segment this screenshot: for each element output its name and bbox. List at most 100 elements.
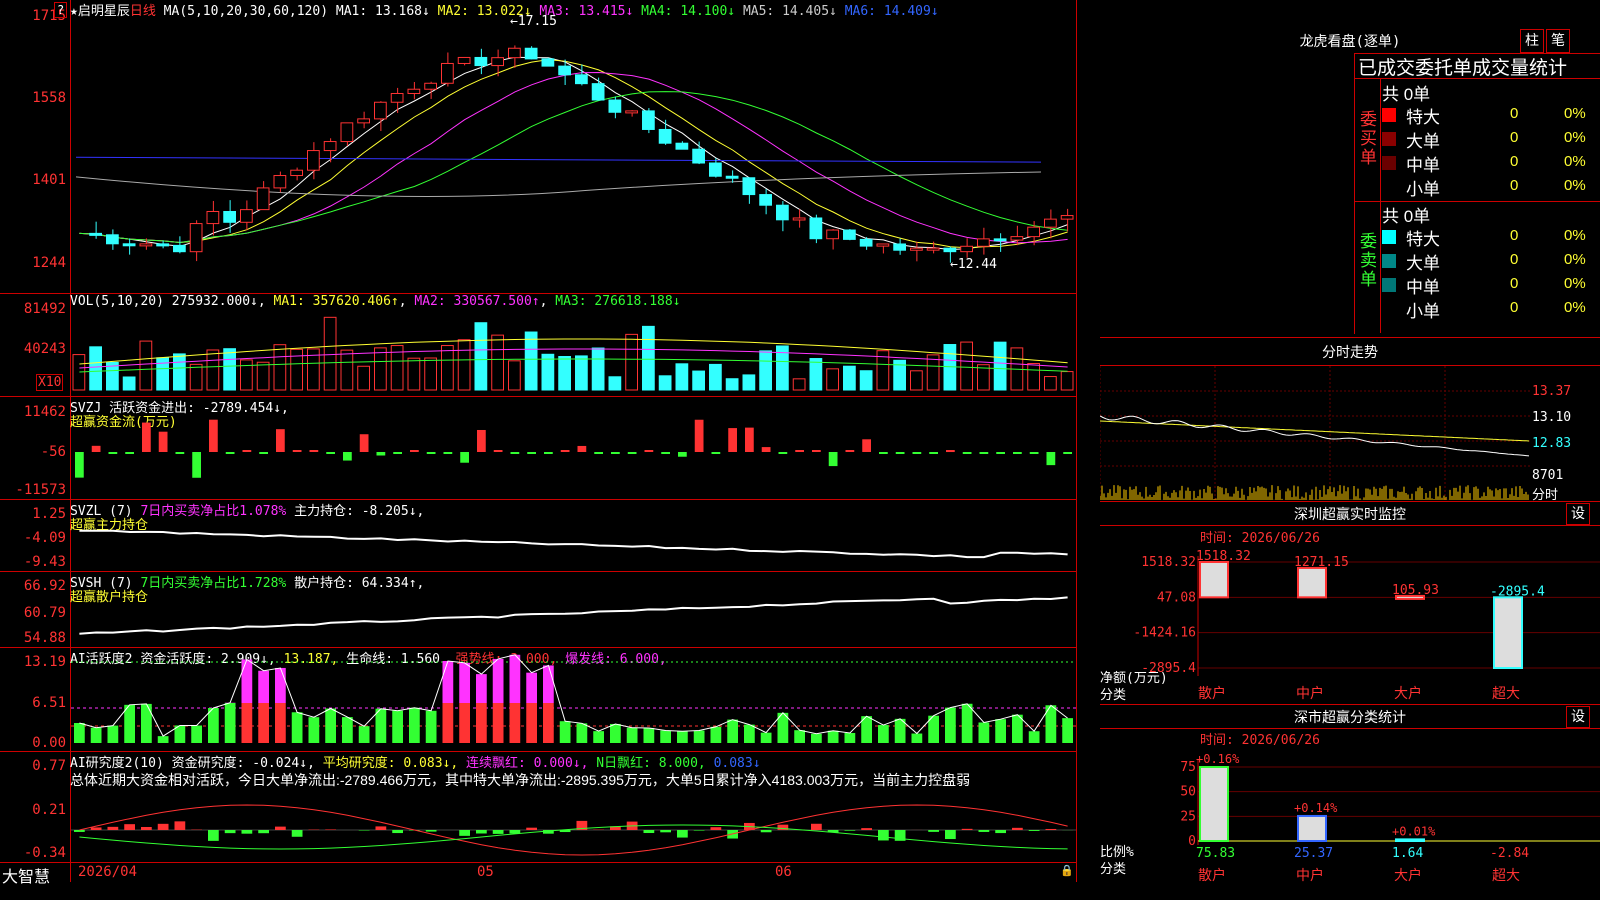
flow-bar: [745, 427, 754, 452]
ai-bar: [710, 726, 722, 743]
research-bar: [291, 830, 303, 837]
classify-title: 深市超赢分类统计: [1294, 710, 1406, 726]
volume-bar: [692, 370, 705, 391]
ai-bar: [191, 725, 202, 743]
research-bar: [660, 830, 671, 833]
flow-bar: [309, 450, 319, 452]
ai-bar: [409, 707, 420, 743]
buy-row-count: 0: [1510, 105, 1519, 122]
vol-tick: 40243: [23, 341, 66, 357]
candle-body: [240, 209, 253, 223]
flow-bar: [477, 429, 486, 452]
candle-body: [1060, 215, 1074, 220]
monitor-settings-button[interactable]: 设: [1566, 503, 1590, 525]
flow-bar: [1029, 452, 1039, 454]
volume-bar: [139, 340, 153, 391]
corner-button[interactable]: ?: [54, 2, 68, 18]
research-bar: [392, 830, 403, 834]
flow-bar: [1013, 452, 1022, 454]
ai-bar: [593, 731, 604, 743]
date-start: 2026/04: [78, 864, 138, 880]
flow-bar: [225, 452, 235, 454]
candle-body: [524, 47, 538, 60]
candle-body: [591, 83, 605, 101]
ai-chart[interactable]: [71, 648, 1076, 751]
candle-body: [725, 175, 739, 179]
buy-row-count: 0: [1510, 129, 1519, 146]
classify-settings-button[interactable]: 设: [1566, 706, 1590, 728]
ai-bar-top: [459, 662, 470, 703]
monitor-category: 大户: [1394, 685, 1422, 702]
research-bar: [208, 830, 219, 841]
volume-bar: [709, 363, 722, 391]
ai-bar: [693, 730, 705, 743]
ai-bar: [961, 703, 973, 743]
tab-bar-chart[interactable]: 柱: [1520, 29, 1544, 53]
candle-body: [122, 243, 136, 247]
svsh-chart[interactable]: [71, 572, 1076, 647]
research-pane[interactable]: 0.77 0.21 -0.34 AI研究度2(10) 资金研究度: -0.024…: [0, 752, 1077, 863]
ai-pane[interactable]: 13.19 6.51 0.00 AI活跃度2 资金活跃度: 2.909↓, 13…: [0, 648, 1077, 752]
classify-chart[interactable]: 75 50 25 0 +0.16% 75.83 散户 +0.14% 25.37 中户 +0.01% 1…: [1100, 729, 1600, 883]
dragon-tiger-panel[interactable]: 龙虎看盘(逐单) 柱 笔 已成交委托单成交量统计 委买单 共 0单 特大 0 0% 大…: [1100, 0, 1600, 337]
intraday-chart[interactable]: [1100, 366, 1600, 500]
candle-body: [156, 243, 169, 247]
research-bar: [275, 826, 286, 830]
classify-category: 大户: [1394, 867, 1422, 883]
intraday-panel[interactable]: 分时走势 13.37 13.10 12.83 8701 分时: [1100, 337, 1600, 503]
research-bar: [844, 830, 856, 831]
candle-body: [273, 175, 287, 189]
candle-body: [424, 82, 437, 90]
monitor-panel[interactable]: 深圳超赢实时监控 设 时间: 2026/06/26 1518.32 47.08 -1…: [1100, 501, 1600, 704]
flow-bar: [125, 452, 134, 454]
sell-total: 共 0单: [1382, 207, 1431, 226]
svsh-pane[interactable]: 66.92 60.79 54.88 SVSH (7) 7日内买卖净占比1.728…: [0, 572, 1077, 648]
research-chart[interactable]: [71, 752, 1076, 862]
monitor-category: 中户: [1296, 685, 1324, 702]
classify-panel[interactable]: 深市超赢分类统计 设 时间: 2026/06/26 75 50 25 0 +0.16% 7…: [1100, 704, 1600, 883]
volume-chart[interactable]: [71, 294, 1076, 396]
price-pane[interactable]: 1715 1558 1401 1244 ? ★启明星辰日线 MA(5,10,20…: [0, 0, 1077, 294]
tab-tick[interactable]: 笔: [1546, 29, 1570, 53]
ai-bar: [492, 703, 504, 743]
buy-row: 小单 0 0%: [1380, 175, 1600, 199]
monitor-category: 超大: [1492, 686, 1520, 702]
lock-icon[interactable]: 🔒: [1060, 864, 1074, 877]
buy-row-count: 0: [1510, 177, 1519, 194]
sell-row-pct: 0%: [1564, 227, 1586, 244]
brand-label[interactable]: 大智慧: [2, 863, 50, 887]
research-bar: [258, 830, 269, 834]
svzj-chart[interactable]: [71, 397, 1076, 499]
monitor-chart[interactable]: 1518.32 47.08 -1424.16 -2895.4 1518.32 散户 1271…: [1100, 526, 1600, 704]
research-line-green: [79, 824, 1068, 850]
research-bar: [1045, 828, 1057, 830]
volume-bar: [1044, 376, 1057, 391]
classify-ytick: 0: [1188, 834, 1196, 849]
monitor-ytick: 1518.32: [1141, 555, 1196, 570]
candle-body: [859, 238, 873, 247]
svzl-tick: 1.25: [32, 506, 66, 522]
volume-bar: [89, 346, 102, 391]
research-bar: [961, 828, 973, 830]
volume-bar: [340, 349, 354, 391]
flow-bar: [845, 450, 855, 452]
svzl-chart[interactable]: [71, 500, 1076, 571]
svzj-pane[interactable]: 11462 -56 -11573 SVZJ 活跃资金进出: -2789.454↓…: [0, 397, 1077, 500]
monitor-category: 散户: [1198, 685, 1226, 702]
intraday-vol-tick: 8701: [1532, 468, 1564, 483]
ai-bar-top: [258, 670, 269, 703]
ai-bar: [827, 730, 839, 743]
svzl-tick: -4.09: [23, 530, 66, 546]
research-bar: [760, 830, 772, 833]
price-chart[interactable]: [71, 0, 1076, 293]
classify-category: 散户: [1198, 867, 1226, 883]
flow-bar: [879, 452, 888, 454]
svzl-pane[interactable]: 1.25 -4.09 -9.43 SVZL (7) 7日内买卖净占比1.078%…: [0, 500, 1077, 572]
research-bar: [928, 830, 939, 832]
candle-body: [625, 110, 638, 114]
volume-pane[interactable]: 81492 40243 X10 VOL(5,10,20) 275932.000↓…: [0, 294, 1077, 397]
volume-bar: [926, 354, 940, 391]
research-bar: [811, 823, 822, 830]
candle-body: [943, 247, 957, 253]
research-bar: [509, 830, 521, 834]
